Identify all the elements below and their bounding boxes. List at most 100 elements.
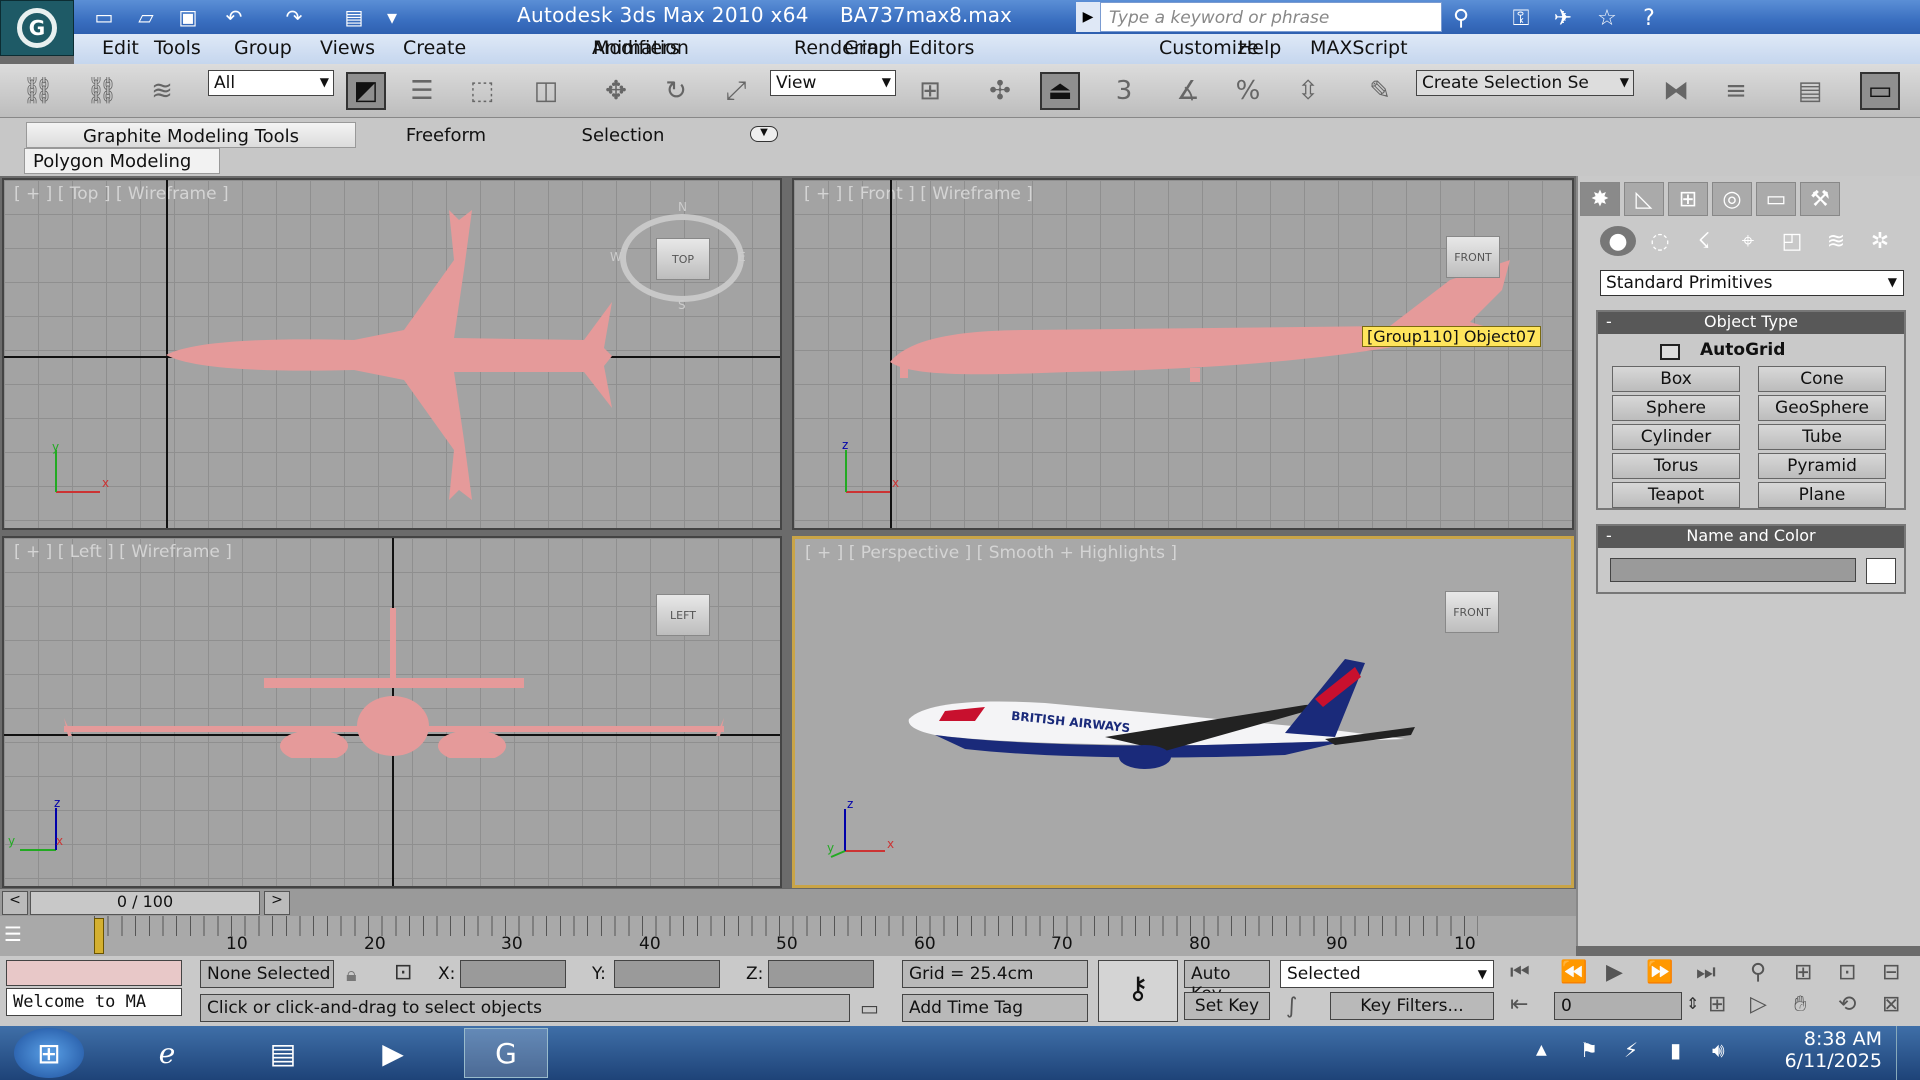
shapes-icon[interactable]: ◌ [1642,226,1678,256]
new-file-icon[interactable]: ▭ [90,4,118,30]
unlink-icon[interactable]: ⛓ [82,72,122,110]
time-configuration-icon[interactable]: ⊞ [1708,992,1726,1017]
file-explorer-icon[interactable]: ▤ [246,1028,320,1078]
tab-graphite-modeling-tools[interactable]: Graphite Modeling Tools [26,122,356,148]
menu-graph-editors[interactable]: Graph Editors [844,37,974,59]
graphite-toggle-icon[interactable]: ▭ [1860,72,1900,110]
network-icon[interactable]: ▮ [1670,1038,1681,1062]
redo-icon[interactable]: ↷ [280,4,308,30]
geosphere-button[interactable]: GeoSphere [1758,395,1886,421]
object-type-header[interactable]: - Object Type [1598,312,1904,334]
help-icon[interactable]: ? [1632,4,1666,32]
snap-toggle-icon[interactable]: 3 [1104,72,1144,110]
reference-coordinate-dropdown[interactable]: View ▼ [770,70,896,96]
3ds-max-taskbar-icon[interactable]: G [464,1028,548,1078]
object-name-input[interactable] [1610,558,1856,582]
z-coordinate-input[interactable] [768,960,874,988]
mirror-icon[interactable]: ⧓ [1656,72,1696,110]
select-object-icon[interactable]: ◩ [346,72,386,110]
show-hidden-icons-icon[interactable]: ▲ [1536,1042,1547,1058]
menu-edit[interactable]: Edit [102,37,139,59]
polygon-modeling-panel[interactable]: Polygon Modeling [24,148,220,174]
select-and-link-icon[interactable]: ⛓ [18,72,58,110]
maximize-viewport-icon[interactable]: ⊠ [1882,992,1900,1017]
named-selection-dropdown[interactable]: Create Selection Se ▼ [1416,70,1634,96]
zoom-icon[interactable]: ⚲ [1750,960,1766,985]
plane-button[interactable]: Plane [1758,482,1886,508]
viewport-top[interactable]: [ + ] [ Top ] [ Wireframe ] TOP N S E W … [2,178,782,530]
primitive-category-dropdown[interactable]: Standard Primitives ▼ [1600,270,1904,296]
communication-center-icon[interactable]: ✈ [1546,4,1580,32]
select-by-name-icon[interactable]: ☰ [402,72,442,110]
helpers-icon[interactable]: ◰ [1774,226,1810,256]
time-slider[interactable]: < 0 / 100 > [0,888,1576,916]
quick-access-dropdown-icon[interactable]: ▾ [378,4,406,30]
autogrid-checkbox[interactable] [1660,344,1680,360]
taskbar-clock[interactable]: 8:38 AM 6/11/2025 [1752,1028,1882,1072]
hierarchy-tab-icon[interactable]: ⊞ [1668,182,1708,216]
search-input[interactable]: Type a keyword or phrase [1100,2,1442,32]
selection-lock-icon[interactable]: 🔒︎ [346,962,357,986]
pyramid-button[interactable]: Pyramid [1758,453,1886,479]
favorites-star-icon[interactable]: ☆ [1590,4,1624,32]
select-manipulate-icon[interactable]: ✣ [980,72,1020,110]
current-frame-input[interactable]: 0 [1554,992,1682,1020]
binoculars-icon[interactable]: ⚲ [1444,4,1478,32]
rectangular-selection-icon[interactable]: ⬚ [462,72,502,110]
subscription-icon[interactable]: ⚿ [1504,4,1538,32]
ribbon-minimize-icon[interactable]: ▼ [750,126,778,142]
zoom-extents-icon[interactable]: ⊡ [1838,960,1856,985]
window-crossing-icon[interactable]: ◫ [526,72,566,110]
name-and-color-header[interactable]: - Name and Color [1598,526,1904,548]
orbit-icon[interactable]: ⟲ [1838,992,1856,1017]
tab-selection[interactable]: Selection [540,122,706,148]
geometry-icon[interactable]: ● [1600,226,1636,256]
torus-button[interactable]: Torus [1612,453,1740,479]
rotate-icon[interactable]: ↻ [656,72,696,110]
key-mode-dropdown[interactable]: Selected ▼ [1280,960,1494,988]
cone-button[interactable]: Cone [1758,366,1886,392]
go-to-start-icon[interactable]: ⏮ [1510,960,1530,985]
set-key-mode-button[interactable]: Set Key [1184,992,1270,1020]
move-icon[interactable]: ✥ [596,72,636,110]
percent-snap-icon[interactable]: % [1228,72,1268,110]
menu-tools[interactable]: Tools [154,37,201,59]
set-key-button[interactable]: ⚷ [1098,960,1178,1022]
key-mode-toggle-icon[interactable]: ⇤ [1510,992,1528,1017]
open-file-icon[interactable]: ▱ [132,4,160,30]
lights-icon[interactable]: ☇ [1686,226,1722,256]
next-frame-icon[interactable]: ⏩ [1646,960,1673,985]
play-icon[interactable]: ▶ [1606,960,1623,985]
viewport-label[interactable]: [ + ] [ Left ] [ Wireframe ] [14,542,232,562]
time-slider-prev-button[interactable]: < [2,891,28,915]
tube-button[interactable]: Tube [1758,424,1886,450]
maxscript-listener-pink[interactable] [6,960,182,986]
motion-tab-icon[interactable]: ◎ [1712,182,1752,216]
internet-explorer-icon[interactable]: ℯ [130,1028,204,1078]
viewport-perspective[interactable]: [ + ] [ Perspective ] [ Smooth + Highlig… [792,536,1574,888]
view-cube-left[interactable]: LEFT [656,594,710,636]
power-icon[interactable]: ⚡︎ [1624,1038,1638,1062]
menu-maxscript[interactable]: MAXScript [1310,37,1408,59]
time-slider-next-button[interactable]: > [264,891,290,915]
menu-group[interactable]: Group [234,37,292,59]
frame-spinner-icon[interactable]: ⇕ [1686,994,1699,1013]
x-coordinate-input[interactable] [460,960,566,988]
cylinder-button[interactable]: Cylinder [1612,424,1740,450]
show-desktop-button[interactable] [1896,1026,1920,1080]
pivot-center-icon[interactable]: ⊞ [910,72,950,110]
space-warps-icon[interactable]: ≋ [1818,226,1854,256]
tab-freeform[interactable]: Freeform [378,122,514,148]
edit-named-selection-icon[interactable]: ✎ [1360,72,1400,110]
teapot-button[interactable]: Teapot [1612,482,1740,508]
go-to-end-icon[interactable]: ⏭ [1696,960,1716,985]
view-cube-perspective[interactable]: FRONT [1445,591,1499,633]
search-expand-icon[interactable]: ▶ [1076,2,1100,32]
menu-create[interactable]: Create [403,37,466,59]
previous-frame-icon[interactable]: ⏪ [1560,960,1587,985]
utilities-tab-icon[interactable]: ⚒ [1800,182,1840,216]
current-frame-marker[interactable] [94,918,104,954]
isolate-selection-icon[interactable]: ▭ [860,996,879,1020]
menu-views[interactable]: Views [320,37,375,59]
time-slider-thumb[interactable]: 0 / 100 [30,891,260,915]
